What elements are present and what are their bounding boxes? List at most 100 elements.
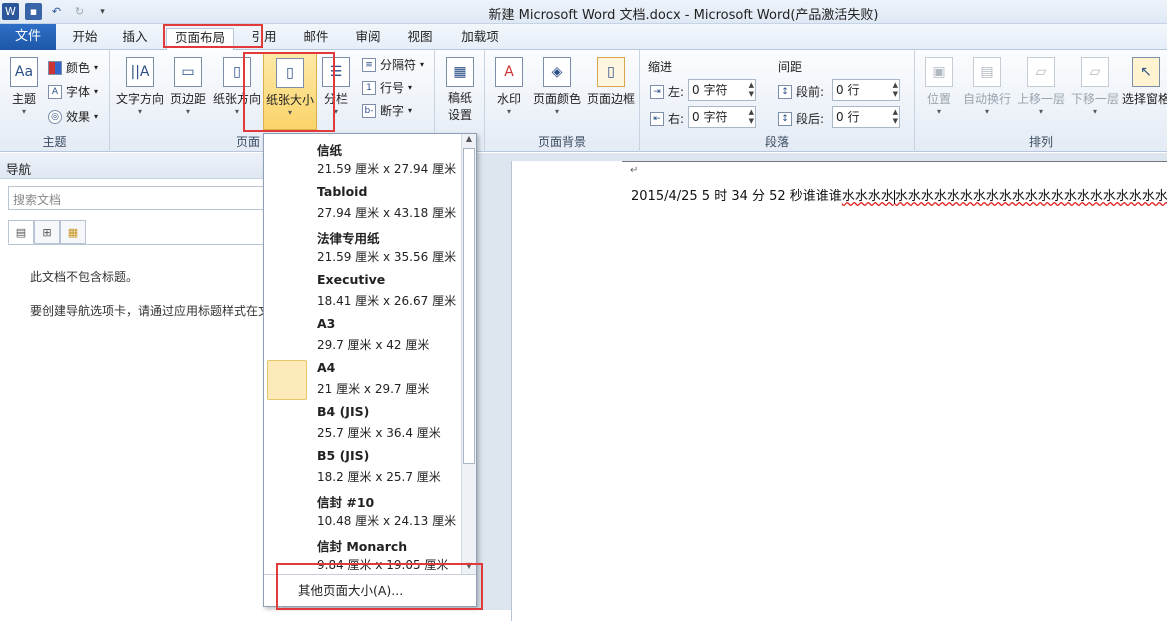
tab-references[interactable]: 引用 [244, 28, 284, 50]
line-numbers-button[interactable]: 1 行号 ▾ [362, 79, 412, 96]
page-borders-button[interactable]: ▯ 页面边框 [585, 57, 637, 107]
line-numbers-icon: 1 [362, 80, 376, 95]
fonts-button[interactable]: A 字体 ▾ [48, 83, 98, 100]
paper-size-item[interactable]: A4 21 厘米 x 29.7 厘米 [264, 357, 462, 401]
watermark-button[interactable]: A 水印 ▾ [491, 57, 527, 116]
window-title: 新建 Microsoft Word 文档.docx - Microsoft Wo… [488, 8, 879, 23]
orientation-icon: ▯ [223, 57, 251, 87]
paper-size-button[interactable]: ▯ 纸张大小 ▾ [263, 52, 317, 130]
tab-view[interactable]: 视图 [400, 28, 440, 50]
tab-review[interactable]: 审阅 [348, 28, 388, 50]
send-backward-icon: ▱ [1081, 57, 1109, 87]
paper-size-item[interactable]: Executive 18.41 厘米 x 26.67 厘米 [264, 269, 462, 313]
page-color-icon: ◈ [543, 57, 571, 87]
scroll-thumb[interactable] [463, 148, 475, 464]
paper-size-name: A3 [317, 316, 336, 331]
themes-icon: Aa [10, 57, 38, 87]
columns-button[interactable]: ☰ 分栏 ▾ [318, 57, 354, 116]
tab-page-layout[interactable]: 页面布局 [166, 28, 234, 51]
paper-size-dimensions: 9.84 厘米 x 19.05 厘米 [317, 558, 449, 572]
selection-pane-button[interactable]: ↖ 选择窗格 [1121, 57, 1167, 107]
breaks-icon: ≡ [362, 57, 376, 72]
indent-label: 缩进 [648, 60, 673, 74]
scroll-down-icon[interactable]: ▼ [462, 561, 476, 574]
selection-pane-icon: ↖ [1132, 57, 1160, 87]
effects-icon: ◎ [48, 109, 62, 124]
paper-size-item[interactable]: 信封 Monarch 9.84 厘米 x 19.05 厘米 [264, 533, 462, 574]
tab-file[interactable]: 文件 [0, 24, 56, 50]
dropdown-scrollbar[interactable]: ▲ ▼ [461, 134, 476, 574]
spacing-label: 间距 [778, 60, 803, 74]
indent-right-spinner[interactable]: 0 字符 ▲ ▼ [688, 106, 756, 128]
paper-size-item[interactable]: A3 29.7 厘米 x 42 厘米 [264, 313, 462, 357]
spinner-arrows-icon[interactable]: ▲ ▼ [893, 81, 898, 99]
hyphenation-icon: b- [362, 103, 376, 118]
browse-pages-tab[interactable]: ⊞ [34, 220, 60, 244]
divider [8, 244, 269, 245]
paper-size-dimensions: 10.48 厘米 x 24.13 厘米 [317, 514, 457, 528]
paper-size-dimensions: 21.59 厘米 x 27.94 厘米 [317, 162, 457, 176]
columns-icon: ☰ [322, 57, 350, 87]
paper-size-name: Executive [317, 272, 386, 287]
colors-button[interactable]: 颜色 ▾ [48, 59, 98, 76]
wrap-text-icon: ▤ [973, 57, 1001, 87]
paper-size-item[interactable]: 信封 #10 10.48 厘米 x 24.13 厘米 [264, 489, 462, 533]
text-direction-button[interactable]: ||A 文字方向 ▾ [116, 57, 164, 116]
effects-button[interactable]: ◎ 效果 ▾ [48, 108, 98, 125]
document-text[interactable]: 2015/4/25 5 时 34 分 52 秒谁谁谁水水水水水水水水水水水水水水… [631, 185, 1167, 204]
tab-insert[interactable]: 插入 [115, 28, 155, 50]
more-paper-sizes-item[interactable]: 其他页面大小(A)... [298, 580, 403, 599]
spinner-arrows-icon[interactable]: ▲ ▼ [749, 108, 754, 126]
paper-size-item[interactable]: B5 (JIS) 18.2 厘米 x 25.7 厘米 [264, 445, 462, 489]
send-backward-button[interactable]: ▱ 下移一层 ▾ [1069, 57, 1121, 116]
wrap-text-button[interactable]: ▤ 自动换行 ▾ [961, 57, 1013, 116]
manuscript-settings-button[interactable]: ▦ 稿纸设置 [441, 57, 479, 124]
document-page[interactable]: ↵ 2015/4/25 5 时 34 分 52 秒谁谁谁水水水水水水水水水水水水… [511, 161, 1167, 621]
tab-mailings[interactable]: 邮件 [296, 28, 336, 50]
create-headings-message: 要创建导航选项卡，请通过应用标题样式在文 [30, 304, 271, 318]
browse-results-tab[interactable]: ▦ [60, 220, 86, 244]
indent-left-icon: ⇥ [650, 84, 664, 99]
paper-size-dimensions: 21 厘米 x 29.7 厘米 [317, 382, 430, 396]
no-headings-message: 此文档不包含标题。 [30, 270, 139, 284]
paper-size-dimensions: 18.41 厘米 x 26.67 厘米 [317, 294, 457, 308]
orientation-button[interactable]: ▯ 纸张方向 ▾ [212, 57, 262, 116]
paper-size-icon: ▯ [276, 58, 304, 88]
bring-forward-button[interactable]: ▱ 上移一层 ▾ [1015, 57, 1067, 116]
navigation-pane: 导航 搜索文档 ▤ ⊞ ▦ 此文档不包含标题。 要创建导航选项卡，请通过应用标题… [0, 153, 280, 610]
paper-size-item[interactable]: Tabloid 27.94 厘米 x 43.18 厘米 [264, 181, 462, 225]
paper-size-dimensions: 27.94 厘米 x 43.18 厘米 [317, 206, 457, 220]
paper-size-item[interactable]: 信纸 21.59 厘米 x 27.94 厘米 [264, 137, 462, 181]
spacing-before-icon: ↕ [778, 84, 792, 99]
spacing-before-label: ↕ 段前: [778, 83, 824, 100]
tab-addins[interactable]: 加载项 [455, 28, 505, 50]
page-color-button[interactable]: ◈ 页面颜色 ▾ [531, 57, 583, 116]
search-document-input[interactable]: 搜索文档 [8, 186, 270, 210]
spinner-arrows-icon[interactable]: ▲ ▼ [893, 108, 898, 126]
paper-size-dimensions: 25.7 厘米 x 36.4 厘米 [317, 426, 441, 440]
breaks-button[interactable]: ≡ 分隔符 ▾ [362, 56, 424, 73]
bring-forward-icon: ▱ [1027, 57, 1055, 87]
spacing-after-icon: ↕ [778, 111, 792, 126]
indent-left-spinner[interactable]: 0 字符 ▲ ▼ [688, 79, 756, 101]
spacing-before-spinner[interactable]: 0 行 ▲ ▼ [832, 79, 900, 101]
hyphenation-button[interactable]: b- 断字 ▾ [362, 102, 412, 119]
position-button[interactable]: ▣ 位置 ▾ [921, 57, 957, 116]
paper-size-dimensions: 18.2 厘米 x 25.7 厘米 [317, 470, 441, 484]
title-bar: W ▪ ↶ ↻ ▾ 新建 Microsoft Word 文档.docx - Mi… [0, 0, 1167, 24]
themes-button[interactable]: Aa 主题 ▾ [6, 57, 42, 116]
margins-button[interactable]: ▭ 页边距 ▾ [168, 57, 208, 116]
paper-size-item[interactable]: B4 (JIS) 25.7 厘米 x 36.4 厘米 [264, 401, 462, 445]
colors-icon [48, 60, 62, 75]
watermark-icon: A [495, 57, 523, 87]
spacing-after-label: ↕ 段后: [778, 110, 824, 127]
arrange-group: ▣ 位置 ▾ ▤ 自动换行 ▾ ▱ 上移一层 ▾ ▱ 下移一层 ▾ ↖ 选择窗格 排列 [915, 50, 1167, 152]
paper-size-item[interactable]: 法律专用纸 21.59 厘米 x 35.56 厘米 [264, 225, 462, 269]
scroll-up-icon[interactable]: ▲ [462, 134, 476, 147]
browse-headings-tab[interactable]: ▤ [8, 220, 34, 244]
paper-size-name: 信纸 [317, 143, 343, 158]
spacing-after-spinner[interactable]: 0 行 ▲ ▼ [832, 106, 900, 128]
paper-size-name: B4 (JIS) [317, 404, 370, 419]
tab-home[interactable]: 开始 [65, 28, 105, 50]
spinner-arrows-icon[interactable]: ▲ ▼ [749, 81, 754, 99]
